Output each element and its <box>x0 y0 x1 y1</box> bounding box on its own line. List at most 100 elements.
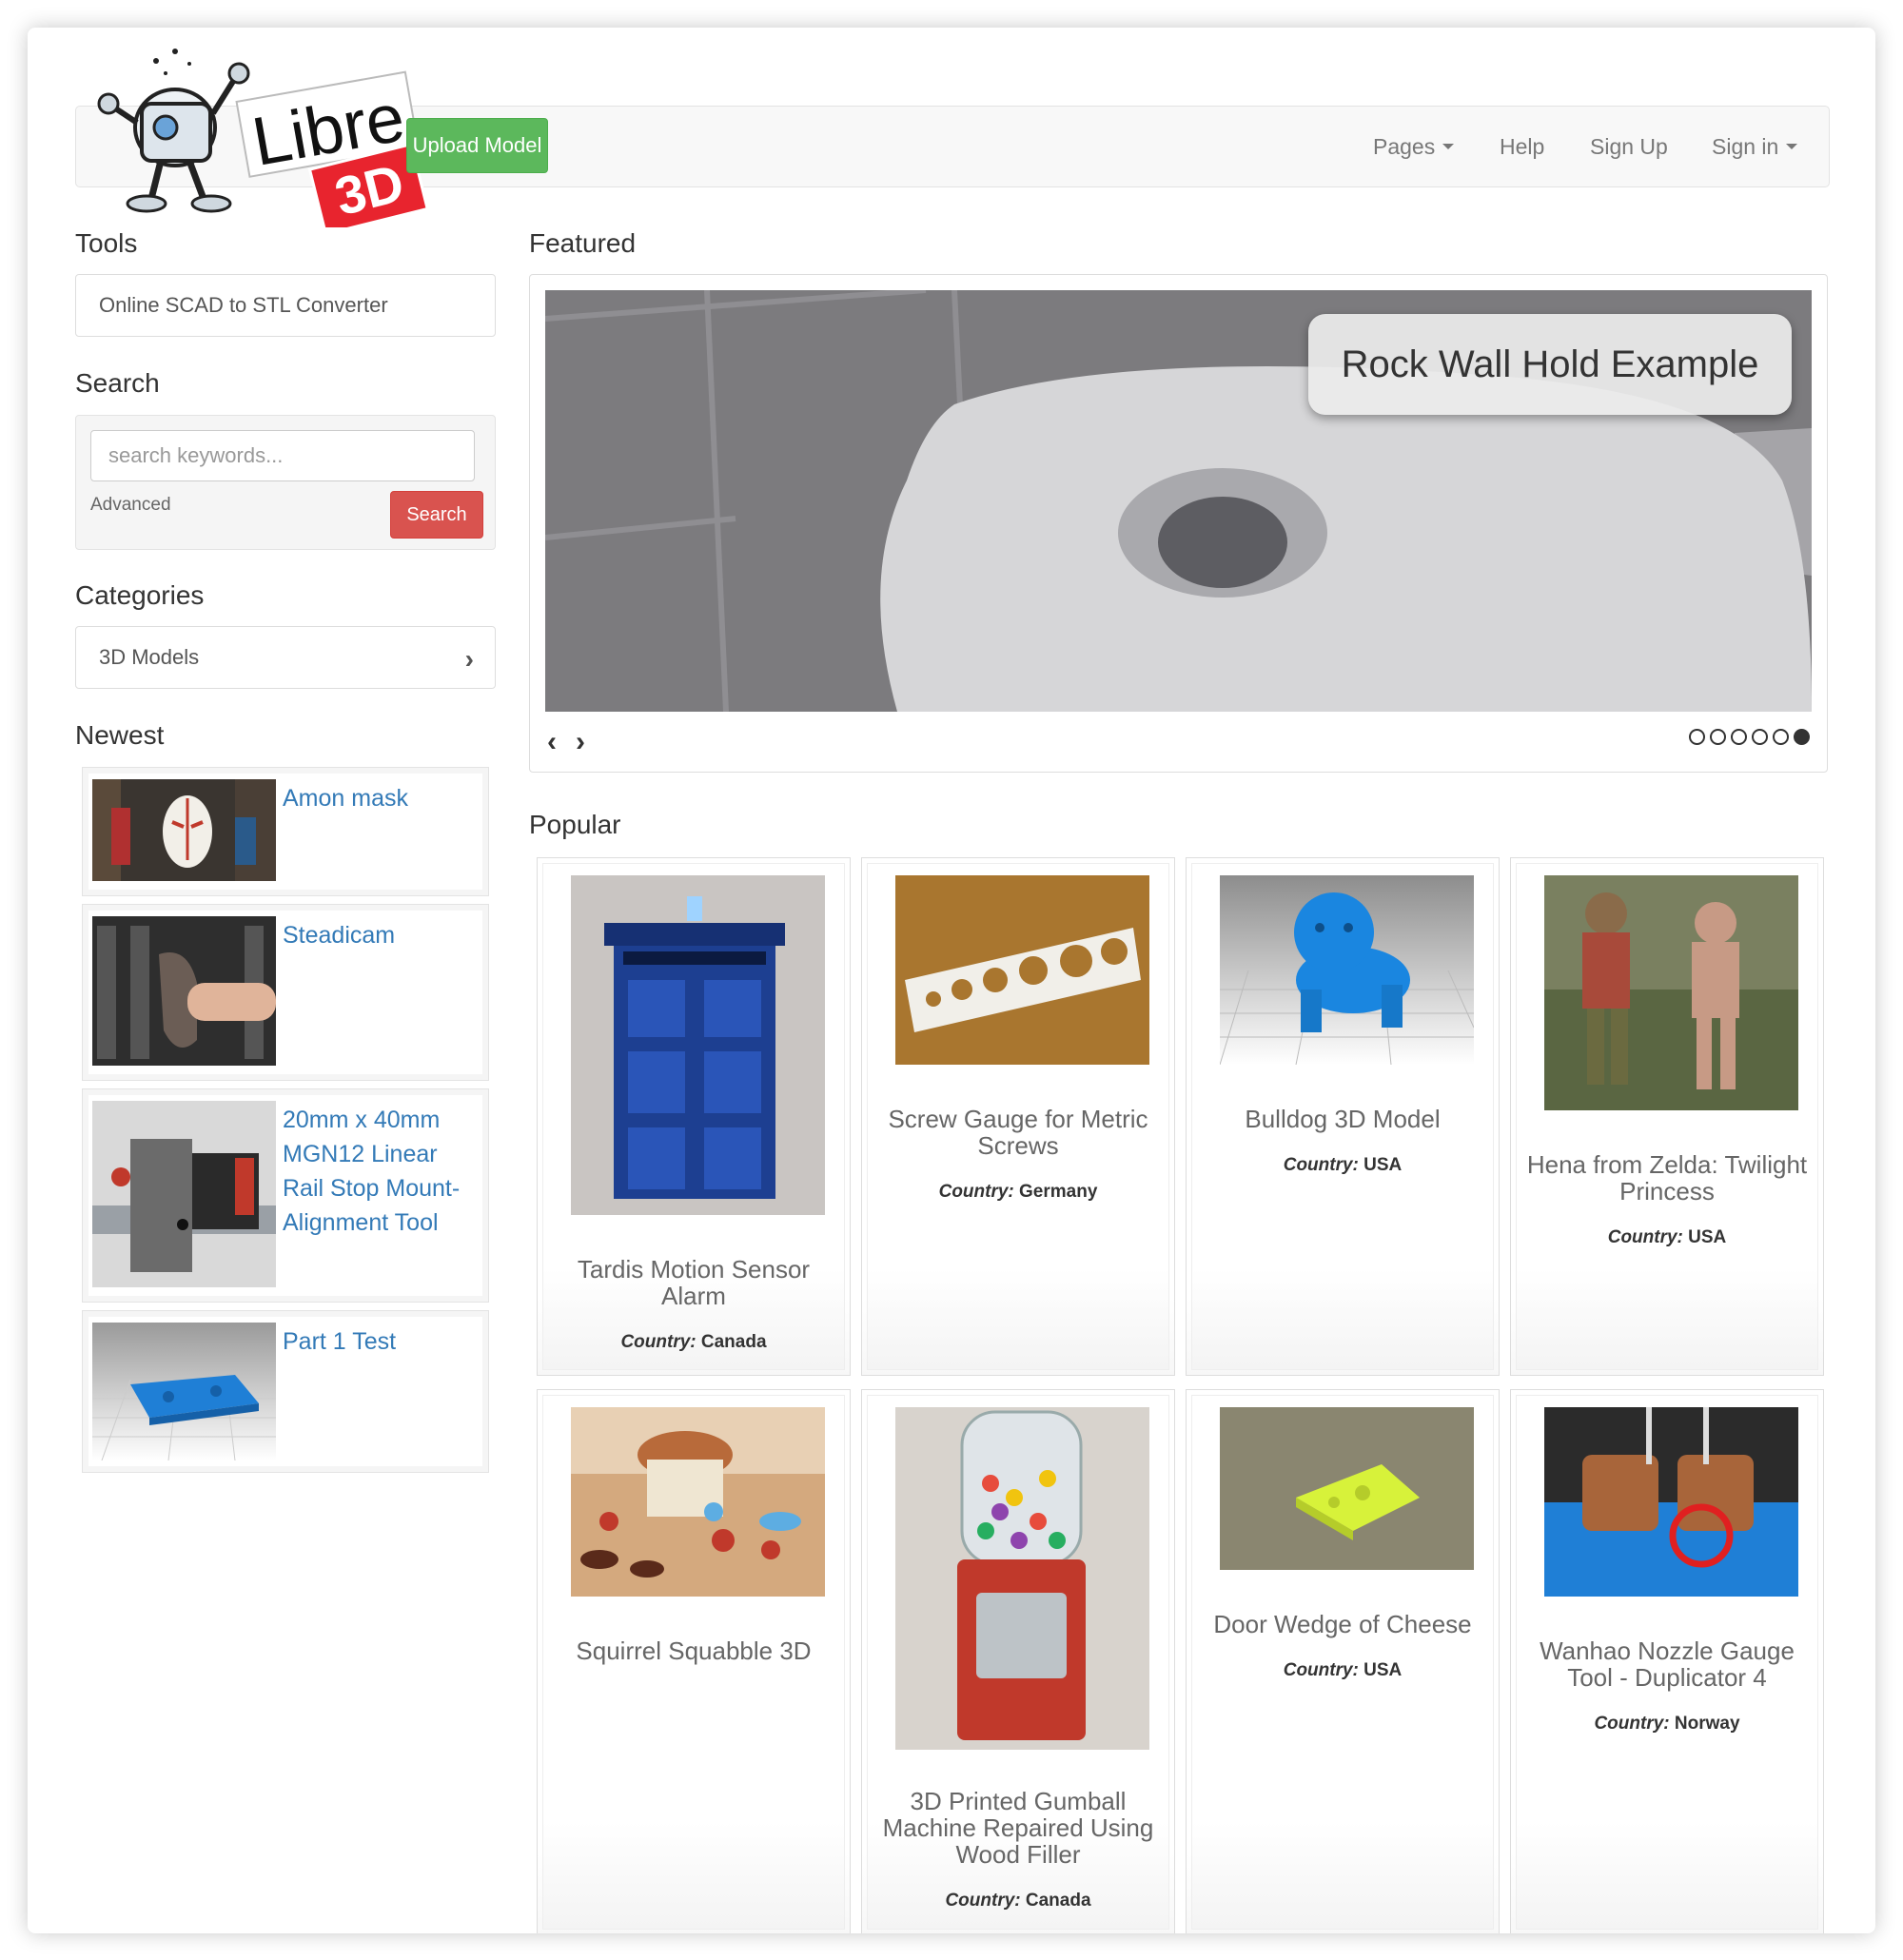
newest-item-title[interactable]: Amon mask <box>283 781 482 815</box>
carousel-dot[interactable] <box>1752 729 1768 745</box>
popular-card-title[interactable]: Door Wedge of Cheese <box>1202 1611 1483 1637</box>
caret-down-icon <box>1442 144 1455 149</box>
carousel-dot[interactable] <box>1689 729 1705 745</box>
popular-card-title[interactable]: Squirrel Squabble 3D <box>553 1637 834 1664</box>
categories-heading: Categories <box>75 580 205 610</box>
carousel-dot[interactable] <box>1710 729 1726 745</box>
newest-item-body: 20mm x 40mm MGN12 Linear Rail Stop Mount… <box>88 1095 482 1296</box>
carousel-indicators <box>1689 729 1810 745</box>
popular-card-title[interactable]: Screw Gauge for Metric Screws <box>877 1106 1159 1159</box>
search-input[interactable] <box>90 430 475 481</box>
country-value: USA <box>1363 1660 1403 1680</box>
caret-down-icon <box>1786 144 1798 149</box>
door-wedge-cheese-image <box>1220 1407 1474 1570</box>
bulldog-image <box>1220 875 1474 1065</box>
country-value: Germany <box>1019 1182 1098 1202</box>
carousel-dot[interactable] <box>1731 729 1747 745</box>
hena-zelda-image <box>1544 875 1798 1110</box>
country-value: Canada <box>700 1332 767 1352</box>
country-label: Country: <box>620 1332 696 1352</box>
featured-heading: Featured <box>529 228 637 258</box>
popular-card-body: 3D Printed Gumball Machine Repaired Usin… <box>867 1395 1169 1930</box>
popular-card-country: Country: Canada <box>553 1332 834 1353</box>
popular-card-body: Screw Gauge for Metric Screws Country: G… <box>867 863 1169 1370</box>
slide-caption: Rock Wall Hold Example <box>1308 314 1792 415</box>
carousel-dot-active[interactable] <box>1794 729 1810 745</box>
popular-card-country: Country: USA <box>1526 1227 1808 1248</box>
nav-help-label: Help <box>1500 133 1545 159</box>
popular-heading: Popular <box>529 810 621 839</box>
nav-signup-label: Sign Up <box>1590 133 1668 159</box>
carousel-dot[interactable] <box>1773 729 1789 745</box>
carousel-prev-icon[interactable]: ‹ <box>547 726 557 758</box>
country-value: Norway <box>1674 1714 1740 1734</box>
newest-heading: Newest <box>75 720 165 750</box>
nav-signin-dropdown[interactable]: Sign in <box>1712 123 1798 170</box>
popular-card[interactable]: Squirrel Squabble 3D <box>537 1389 851 1933</box>
newest-item[interactable]: Amon mask <box>82 767 489 896</box>
country-label: Country: <box>1594 1714 1670 1734</box>
popular-card-title[interactable]: 3D Printed Gumball Machine Repaired Usin… <box>877 1788 1159 1868</box>
popular-card[interactable]: Door Wedge of Cheese Country: USA <box>1186 1389 1500 1933</box>
country-label: Country: <box>1283 1660 1359 1680</box>
popular-card[interactable]: Screw Gauge for Metric Screws Country: G… <box>861 857 1175 1376</box>
carousel-next-icon[interactable]: › <box>576 726 585 758</box>
nav-signup-link[interactable]: Sign Up <box>1590 123 1668 170</box>
popular-card-body: Squirrel Squabble 3D <box>542 1395 845 1930</box>
linear-rail-stop-thumbnail <box>92 1101 276 1287</box>
popular-card-body: Door Wedge of Cheese Country: USA <box>1191 1395 1494 1930</box>
popular-card-country: Country: USA <box>1202 1155 1483 1176</box>
country-value: Canada <box>1025 1891 1091 1911</box>
search-button[interactable]: Search <box>390 491 483 539</box>
popular-card-body: Hena from Zelda: Twilight Princess Count… <box>1516 863 1818 1370</box>
popular-card-body: Tardis Motion Sensor Alarm Country: Cana… <box>542 863 845 1370</box>
chevron-right-icon: › <box>464 644 474 674</box>
newest-item[interactable]: Part 1 Test <box>82 1310 489 1473</box>
gumball-machine-image <box>895 1407 1149 1750</box>
country-label: Country: <box>945 1891 1021 1911</box>
country-value: USA <box>1688 1227 1727 1247</box>
popular-card[interactable]: Wanhao Nozzle Gauge Tool - Duplicator 4 … <box>1510 1389 1824 1933</box>
robot-mascot-icon <box>97 49 250 213</box>
popular-card[interactable]: Hena from Zelda: Twilight Princess Count… <box>1510 857 1824 1376</box>
search-heading: Search <box>75 368 160 398</box>
nav-help-link[interactable]: Help <box>1500 123 1544 170</box>
popular-card[interactable]: Bulldog 3D Model Country: USA <box>1186 857 1500 1376</box>
nozzle-gauge-image <box>1544 1407 1798 1597</box>
carousel-slide[interactable]: Rock Wall Hold Example <box>545 290 1812 712</box>
tardis-image <box>571 875 825 1215</box>
scad-to-stl-link[interactable]: Online SCAD to STL Converter <box>75 274 496 337</box>
popular-card-title[interactable]: Tardis Motion Sensor Alarm <box>553 1256 834 1309</box>
newest-item-title[interactable]: 20mm x 40mm MGN12 Linear Rail Stop Mount… <box>283 1103 482 1240</box>
newest-item-body: Part 1 Test <box>88 1317 482 1466</box>
popular-card-body: Wanhao Nozzle Gauge Tool - Duplicator 4 … <box>1516 1395 1818 1930</box>
libre3d-logo[interactable]: Libre 3D <box>70 37 427 227</box>
nav-pages-label: Pages <box>1373 133 1436 159</box>
country-label: Country: <box>938 1182 1014 1202</box>
popular-card-title[interactable]: Wanhao Nozzle Gauge Tool - Duplicator 4 <box>1526 1637 1808 1691</box>
category-3d-models[interactable]: 3D Models › <box>75 626 496 689</box>
popular-card-country: Country: Norway <box>1526 1714 1808 1735</box>
newest-item[interactable]: 20mm x 40mm MGN12 Linear Rail Stop Mount… <box>82 1088 489 1303</box>
tools-heading: Tools <box>75 228 138 258</box>
popular-card[interactable]: 3D Printed Gumball Machine Repaired Usin… <box>861 1389 1175 1933</box>
advanced-search-link[interactable]: Advanced <box>90 495 171 516</box>
newest-item[interactable]: Steadicam <box>82 904 489 1081</box>
popular-card-country: Country: Canada <box>877 1891 1159 1911</box>
search-panel: Advanced Search <box>75 415 496 550</box>
country-value: USA <box>1363 1155 1403 1175</box>
newest-item-body: Amon mask <box>88 774 482 890</box>
popular-card-country: Country: Germany <box>877 1182 1159 1203</box>
popular-card-title[interactable]: Hena from Zelda: Twilight Princess <box>1526 1151 1808 1205</box>
nav-pages-dropdown[interactable]: Pages <box>1373 123 1455 170</box>
newest-item-title[interactable]: Steadicam <box>283 918 482 952</box>
browser-page: Libre 3D Upload Model Pages Help Sign Up… <box>28 28 1875 1933</box>
popular-card[interactable]: Tardis Motion Sensor Alarm Country: Cana… <box>537 857 851 1376</box>
popular-card-title[interactable]: Bulldog 3D Model <box>1202 1106 1483 1132</box>
country-label: Country: <box>1283 1155 1359 1175</box>
squirrel-squabble-image <box>571 1407 825 1597</box>
steadicam-thumbnail <box>92 916 276 1066</box>
popular-card-body: Bulldog 3D Model Country: USA <box>1191 863 1494 1370</box>
upload-model-button[interactable]: Upload Model <box>406 118 548 173</box>
newest-item-title[interactable]: Part 1 Test <box>283 1324 482 1359</box>
